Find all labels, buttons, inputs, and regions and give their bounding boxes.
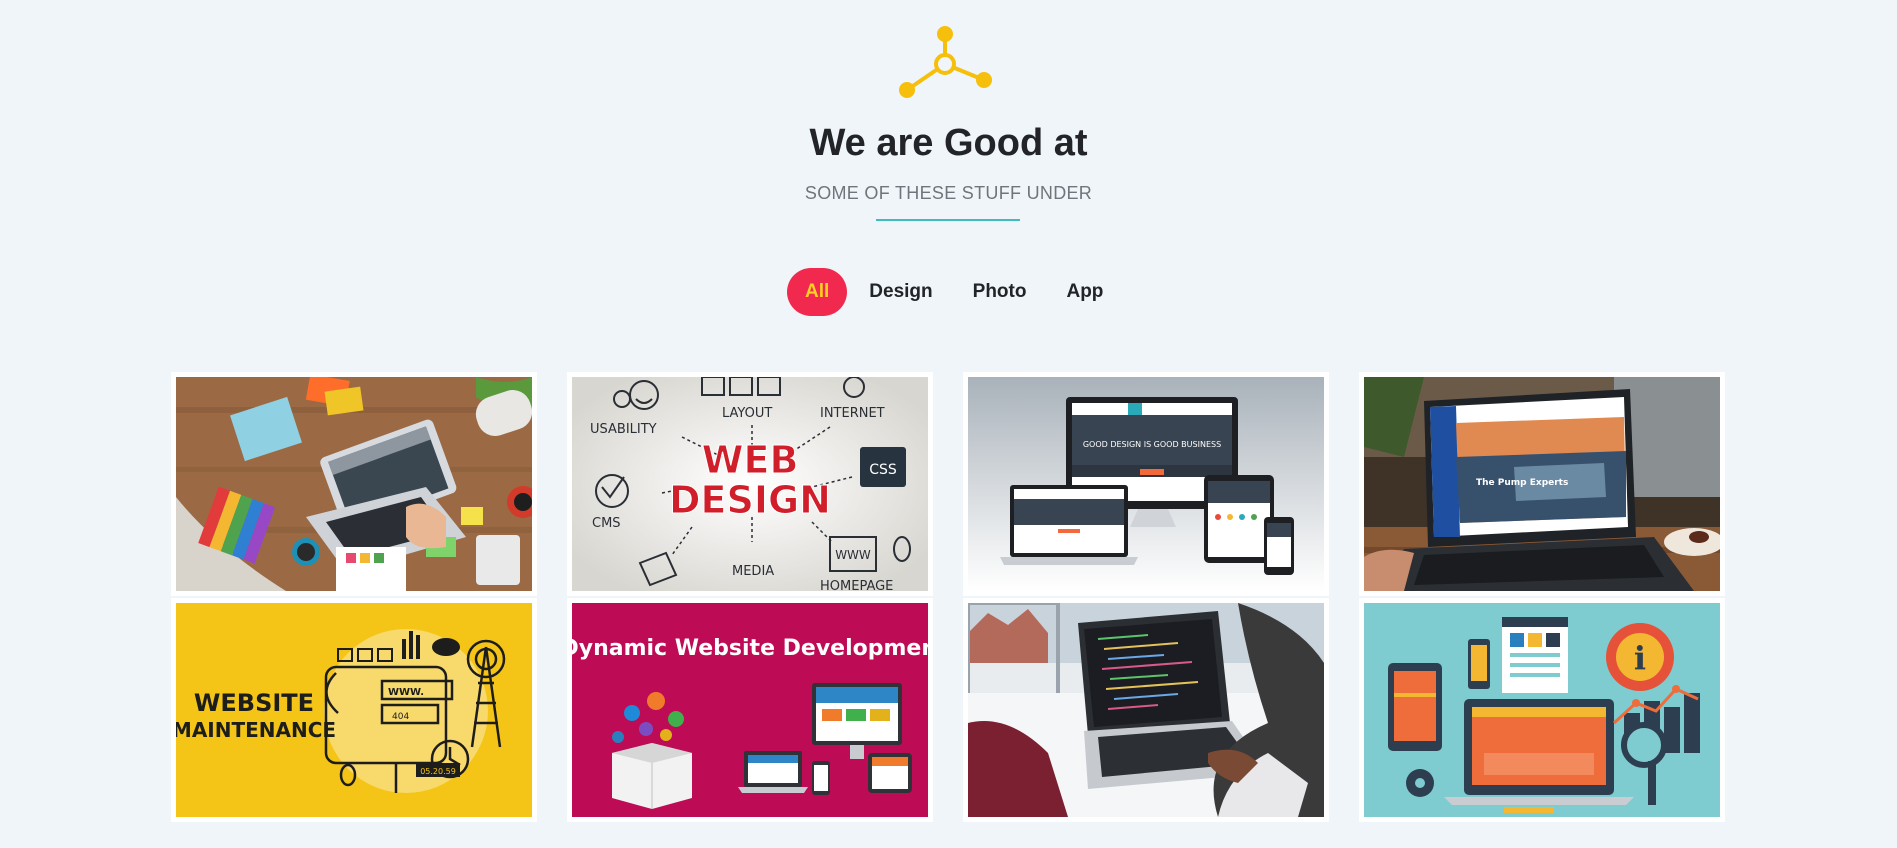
flat-infographic-image: i	[1364, 603, 1720, 817]
portfolio-filter-bar: All Design Photo App	[787, 268, 1125, 316]
svg-text:i: i	[1634, 639, 1646, 677]
portfolio-item-dynamic-dev[interactable]: Dynamic Website Development	[567, 598, 933, 822]
portfolio-item-responsive[interactable]: GOOD DESIGN IS GOOD BUSINESS	[963, 372, 1329, 596]
portfolio-item-laptop-site[interactable]: The Pump Experts	[1359, 372, 1725, 596]
maintenance-title-2: MAINTENANCE	[176, 718, 336, 742]
doodle-text-cms: CMS	[592, 516, 621, 531]
portfolio-item-infographic[interactable]: i	[1359, 598, 1725, 822]
portfolio-item-web-design[interactable]: USABILITY LAYOUT INTERNET WEB DESIGN CSS…	[567, 372, 933, 596]
doodle-text-internet: INTERNET	[820, 406, 885, 421]
section-subtitle: SOME OF THESE STUFF UNDER	[804, 183, 1093, 203]
filter-design[interactable]: Design	[851, 268, 950, 316]
web-design-doodle-image: USABILITY LAYOUT INTERNET WEB DESIGN CSS…	[572, 377, 928, 591]
maintenance-www: WWW.	[388, 687, 424, 698]
title-divider	[876, 219, 1020, 221]
doodle-text-layout: LAYOUT	[722, 406, 772, 421]
dynamic-website-image: Dynamic Website Development	[572, 603, 928, 817]
laptop-site-heading: The Pump Experts	[1476, 478, 1568, 488]
doodle-text-www: WWW	[835, 548, 871, 562]
filter-all[interactable]: All	[787, 268, 848, 316]
maintenance-clock-time: 05.20.59	[420, 767, 456, 776]
molecule-logo-icon	[899, 26, 992, 98]
doodle-text-homepage: HOMEPAGE	[820, 579, 893, 591]
portfolio-item-maintenance[interactable]: WEBSITE MAINTENANCE WWW. 404 05.20.59	[171, 598, 537, 822]
mockup-headline: GOOD DESIGN IS GOOD BUSINESS	[1083, 440, 1221, 449]
portfolio-item-workspace[interactable]	[171, 372, 537, 596]
portfolio-item-coding[interactable]	[963, 598, 1329, 822]
filter-photo[interactable]: Photo	[955, 268, 1045, 316]
filter-app[interactable]: App	[1048, 268, 1121, 316]
maintenance-404: 404	[392, 712, 409, 722]
doodle-text-media: MEDIA	[732, 564, 774, 579]
responsive-devices-image: GOOD DESIGN IS GOOD BUSINESS	[968, 377, 1324, 591]
doodle-text-web: WEB	[702, 438, 799, 482]
laptop-website-image: The Pump Experts	[1364, 377, 1720, 591]
website-maintenance-image: WEBSITE MAINTENANCE WWW. 404 05.20.59	[176, 603, 532, 817]
doodle-text-css: CSS	[869, 462, 897, 478]
section-title: We are Good at	[809, 122, 1088, 164]
maintenance-title-1: WEBSITE	[194, 689, 314, 717]
doodle-text-design: DESIGN	[669, 478, 831, 522]
doodle-text-usability: USABILITY	[590, 422, 657, 437]
workspace-desk-image	[176, 377, 532, 591]
coding-laptop-image	[968, 603, 1324, 817]
dynamic-title: Dynamic Website Development	[572, 636, 928, 661]
